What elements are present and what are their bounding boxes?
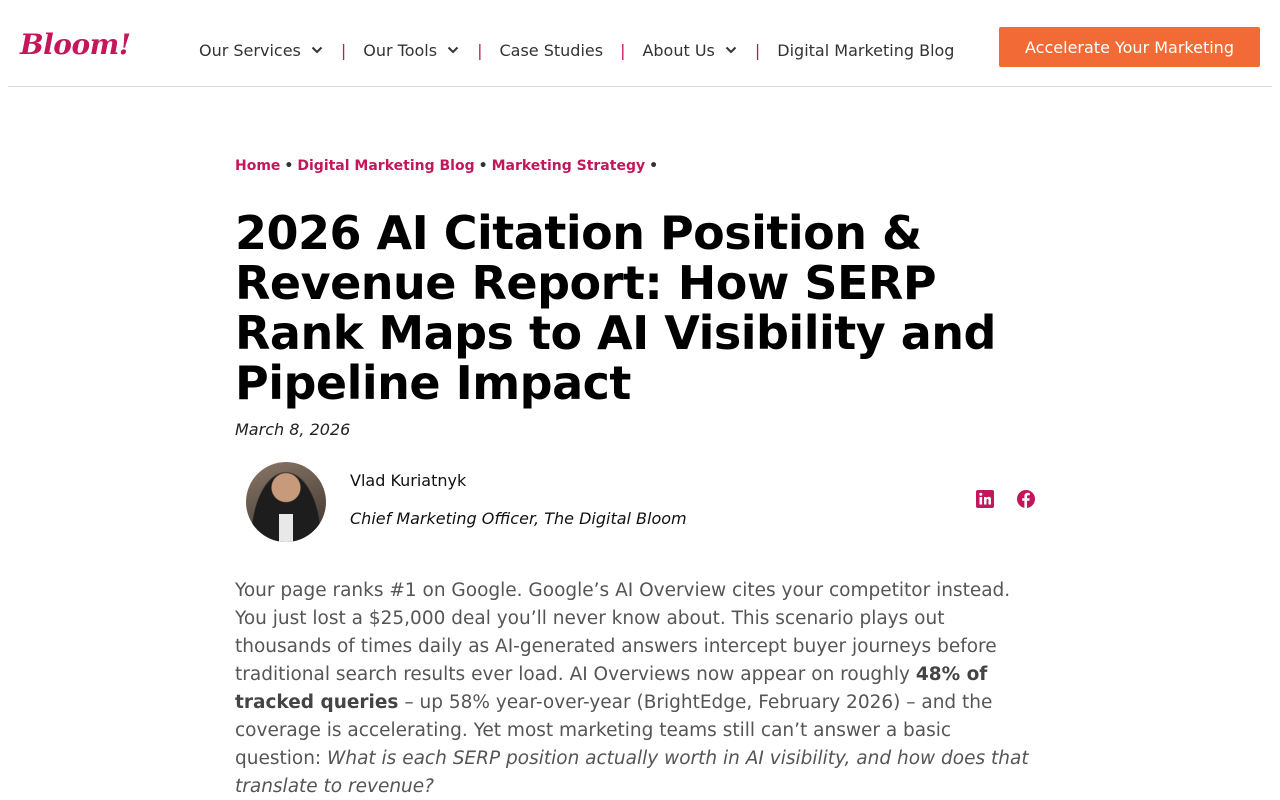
main-nav: Our Services | Our Tools | Case Studies … (199, 38, 954, 62)
breadcrumb-marketing-strategy[interactable]: Marketing Strategy (492, 158, 646, 174)
nav-separator: | (340, 40, 347, 60)
intro-paragraph: Your page ranks #1 on Google. Google’s A… (235, 577, 1040, 800)
accelerate-marketing-button[interactable]: Accelerate Your Marketing (999, 27, 1260, 67)
nav-item-label: Case Studies (499, 40, 604, 60)
nav-item-digital-marketing-blog[interactable]: Digital Marketing Blog (777, 41, 954, 60)
nav-separator: | (477, 40, 483, 60)
chevron-down-icon (311, 46, 323, 54)
nav-item-label: Our Services (199, 40, 301, 60)
breadcrumb-separator: • (284, 158, 294, 174)
site-header: Bloom! Our Services | Our Tools | Case S… (0, 0, 1280, 88)
breadcrumb: Home • Digital Marketing Blog • Marketing St… (235, 158, 662, 174)
nav-item-about-us[interactable]: About Us (642, 41, 737, 60)
breadcrumb-separator: • (649, 158, 659, 174)
nav-item-case-studies[interactable]: Case Studies (499, 41, 603, 60)
avatar-shirt (279, 514, 293, 542)
nav-item-label: Digital Marketing Blog (777, 40, 955, 60)
publish-date: March 8, 2026 (235, 420, 351, 439)
author-box: Vlad Kuriatnyk Chief Marketing Officer, … (235, 462, 1040, 542)
linkedin-icon[interactable] (975, 489, 995, 509)
breadcrumb-digital-marketing-blog[interactable]: Digital Marketing Blog (297, 158, 474, 174)
nav-item-label: About Us (642, 40, 715, 60)
nav-item-our-tools[interactable]: Our Tools (363, 41, 460, 60)
nav-separator: | (754, 40, 761, 60)
header-divider (8, 86, 1272, 87)
article-title: 2026 AI Citation Position & Revenue Repo… (235, 206, 996, 410)
intro-question: What is each SERP position actually wort… (235, 748, 1029, 797)
chevron-down-icon (725, 46, 737, 54)
breadcrumb-home[interactable]: Home (235, 158, 280, 174)
nav-item-our-services[interactable]: Our Services (199, 41, 324, 60)
intro-text: Your page ranks #1 on Google. Google’s A… (235, 580, 1011, 685)
author-avatar (246, 462, 326, 542)
facebook-icon[interactable] (1016, 489, 1036, 509)
nav-item-label: Our Tools (363, 40, 438, 60)
brand-logo[interactable]: Bloom! (20, 28, 131, 61)
breadcrumb-separator: • (478, 158, 488, 174)
chevron-down-icon (447, 46, 459, 54)
author-role: Chief Marketing Officer, The Digital Blo… (350, 509, 687, 528)
author-name[interactable]: Vlad Kuriatnyk (350, 471, 466, 490)
nav-separator: | (620, 40, 626, 60)
